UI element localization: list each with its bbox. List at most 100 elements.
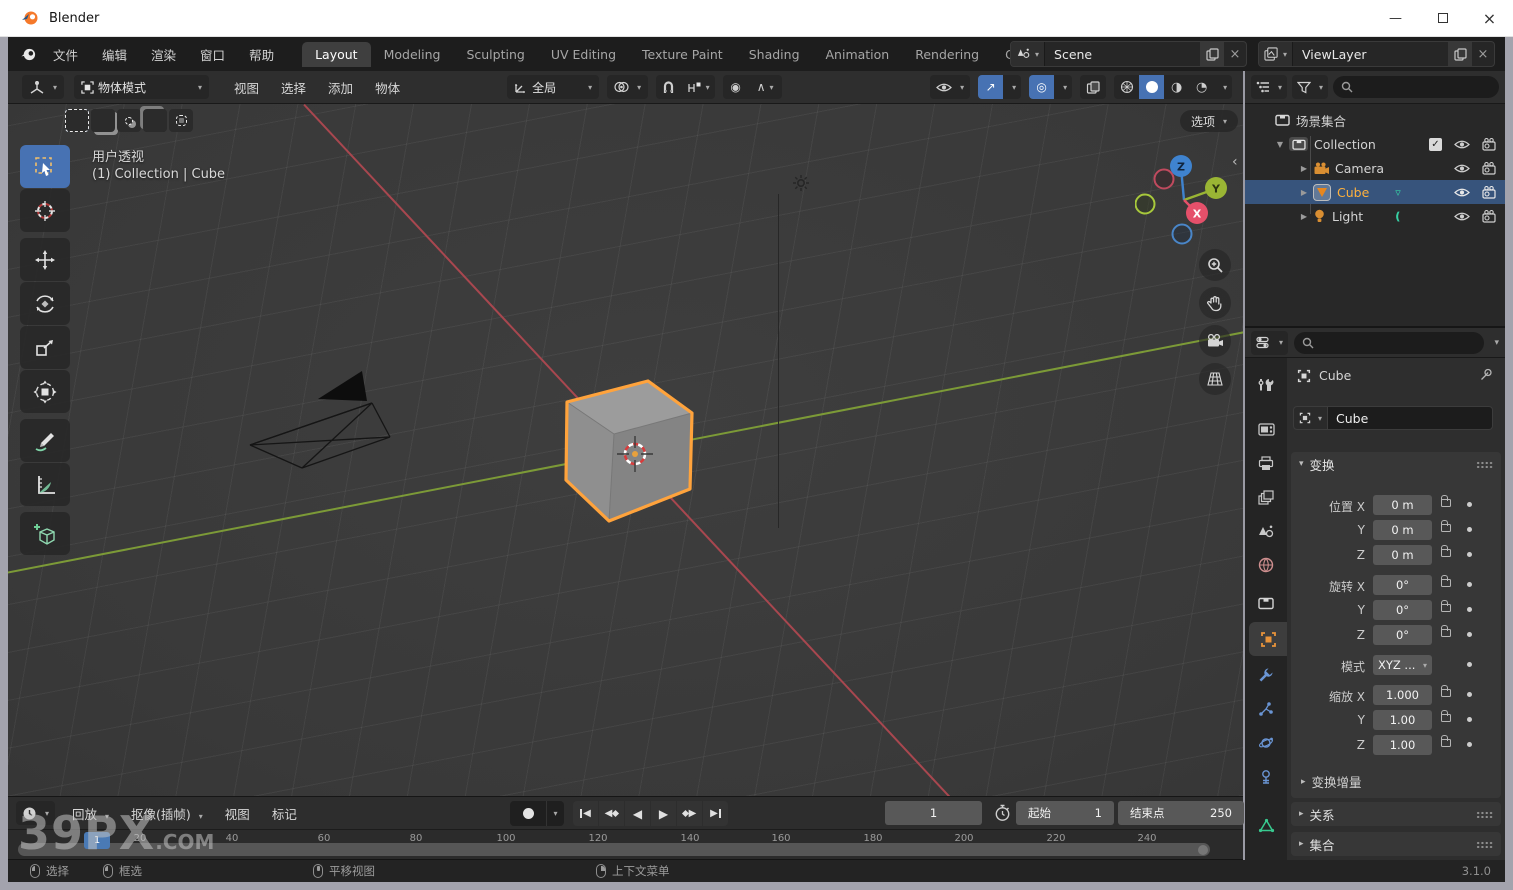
tab-rendering[interactable]: Rendering <box>902 42 992 67</box>
playhead[interactable]: 1 <box>84 832 110 849</box>
viewport-3d[interactable]: 选项 ▾ 用户透视 (1) Collection | Cube Z Y X ‹ <box>8 104 1243 797</box>
prev-keyframe-button[interactable]: ◀ <box>599 801 624 826</box>
viewlayer-new-button[interactable] <box>1448 42 1472 66</box>
rotation-z-lock-icon[interactable] <box>1441 625 1451 637</box>
outliner-camera-row[interactable]: ▶ Camera <box>1245 156 1505 180</box>
tab-compositing-truncated[interactable]: C <box>992 42 1010 67</box>
outliner-light-row[interactable]: ▶ Light ❪ <box>1245 204 1505 228</box>
menu-select[interactable]: 选择 <box>270 78 317 97</box>
overlays-dropdown[interactable]: ▾ <box>1054 75 1073 99</box>
delta-transform-subpanel[interactable]: ▸ 变换增量 <box>1301 772 1362 791</box>
frame-start-field[interactable]: 起始 1 <box>1016 801 1114 825</box>
outliner-search-input[interactable] <box>1333 76 1499 98</box>
select-extend-button[interactable] <box>91 109 115 132</box>
object-id-icon-button[interactable]: ▾ <box>1293 406 1329 430</box>
rotation-z-field[interactable]: 0° <box>1373 625 1432 645</box>
cube-hide-eye-icon[interactable] <box>1454 187 1470 198</box>
camera-expand-icon[interactable]: ▶ <box>1299 164 1309 173</box>
current-frame-field[interactable]: 1 <box>885 801 982 825</box>
scale-z-lock-icon[interactable] <box>1441 735 1451 747</box>
rotation-y-lock-icon[interactable] <box>1441 600 1451 612</box>
rotation-y-keyframe-dot[interactable] <box>1467 607 1472 612</box>
snap-target-button[interactable]: ▾ <box>681 75 716 99</box>
location-z-field[interactable]: 0 m <box>1373 545 1432 565</box>
tab-animation[interactable]: Animation <box>813 42 903 67</box>
rotation-x-field[interactable]: 0° <box>1373 575 1432 595</box>
tool-measure[interactable] <box>20 463 70 506</box>
tab-layout[interactable]: Layout <box>302 41 371 67</box>
transform-orientation[interactable]: 全局 ▾ <box>507 75 600 99</box>
next-keyframe-button[interactable]: ▶ <box>677 801 702 826</box>
tab-render-icon[interactable] <box>1245 414 1287 444</box>
play-reverse-button[interactable]: ◀ <box>625 801 650 826</box>
light-render-camera-icon[interactable] <box>1482 209 1497 223</box>
tool-annotate[interactable] <box>20 419 70 462</box>
proportional-falloff-button[interactable]: ∧ ▾ <box>748 75 783 99</box>
collection-hide-eye-icon[interactable] <box>1454 139 1470 150</box>
outliner-display-mode-button[interactable]: ▾ <box>1251 75 1288 99</box>
breadcrumb-object-name[interactable]: Cube <box>1319 368 1351 383</box>
options-dropdown[interactable]: 选项 ▾ <box>1180 110 1238 132</box>
scene-unlink-button[interactable]: × <box>1224 42 1246 66</box>
light-expand-icon[interactable]: ▶ <box>1299 212 1309 221</box>
tool-scale[interactable] <box>20 326 70 369</box>
timeline-menu-keying[interactable]: 抠像(插帧) ▾ <box>120 804 214 823</box>
transform-panel-header[interactable]: ▾ 变换 <box>1291 452 1501 476</box>
tab-viewlayer-icon[interactable] <box>1245 482 1287 512</box>
gizmos-dropdown[interactable]: ▾ <box>1003 75 1022 99</box>
close-button[interactable]: × <box>1466 0 1513 36</box>
cube-render-camera-icon[interactable] <box>1482 185 1497 199</box>
tab-collection-icon[interactable] <box>1245 588 1287 618</box>
frame-end-field[interactable]: 结束点 250 <box>1118 801 1244 825</box>
maximize-button[interactable] <box>1419 0 1466 36</box>
menu-view[interactable]: 视图 <box>223 78 270 97</box>
location-z-lock-icon[interactable] <box>1441 545 1451 557</box>
gizmo-neg-y[interactable] <box>1135 193 1156 215</box>
tab-data-icon[interactable] <box>1245 810 1287 840</box>
tab-scene-icon[interactable] <box>1245 516 1287 546</box>
light-hide-eye-icon[interactable] <box>1454 211 1470 222</box>
viewlayer-name[interactable]: ViewLayer <box>1293 42 1448 66</box>
tab-shading[interactable]: Shading <box>736 42 813 67</box>
panel-grip[interactable] <box>1476 840 1493 848</box>
menu-object[interactable]: 物体 <box>364 78 411 97</box>
timeline-menu-markers[interactable]: 标记 <box>261 804 308 823</box>
object-name-field[interactable]: Cube <box>1328 406 1493 430</box>
tab-texture-paint[interactable]: Texture Paint <box>629 42 736 67</box>
panel-grip[interactable] <box>1476 810 1493 818</box>
menu-window[interactable]: 窗口 <box>188 45 237 64</box>
blender-menu-icon[interactable] <box>20 46 37 63</box>
menu-add[interactable]: 添加 <box>317 78 364 97</box>
tab-physics-icon[interactable] <box>1245 728 1287 758</box>
rotation-y-field[interactable]: 0° <box>1373 600 1432 620</box>
relations-panel[interactable]: ▸ 关系 <box>1291 802 1501 826</box>
location-y-keyframe-dot[interactable] <box>1467 527 1472 532</box>
jump-to-start-button[interactable]: ◀ <box>573 801 598 826</box>
rotation-x-lock-icon[interactable] <box>1441 575 1451 587</box>
outliner-cube-row[interactable]: ▶ Cube ▿ <box>1245 180 1505 204</box>
timeline-scrollbar[interactable] <box>18 843 1210 856</box>
menu-file[interactable]: 文件 <box>41 45 90 64</box>
collection-expand-icon[interactable]: ▼ <box>1275 140 1285 149</box>
rotation-mode-dropdown[interactable]: XYZ ... ▾ <box>1373 655 1432 675</box>
outliner-scene-collection-row[interactable]: 场景集合 <box>1245 108 1505 132</box>
zoom-button[interactable] <box>1199 249 1231 281</box>
location-x-keyframe-dot[interactable] <box>1467 502 1472 507</box>
editor-type-button[interactable]: ▾ <box>22 75 65 99</box>
properties-editor-type-button[interactable]: ▾ <box>1251 330 1289 355</box>
pin-icon[interactable] <box>1480 368 1493 381</box>
collection-checkbox[interactable]: ✓ <box>1429 137 1442 151</box>
tab-tool-icon[interactable] <box>1245 370 1287 400</box>
location-y-field[interactable]: 0 m <box>1373 520 1432 540</box>
viewlayer-remove-button[interactable]: × <box>1472 42 1494 66</box>
gizmos-toggle[interactable]: ↗ <box>978 75 1004 99</box>
scale-y-lock-icon[interactable] <box>1441 710 1451 722</box>
play-button[interactable]: ▶ <box>651 801 676 826</box>
shading-material-button[interactable]: ◑ <box>1164 75 1190 99</box>
auto-key-dropdown[interactable]: ▾ <box>546 801 564 826</box>
gizmo-neg-x[interactable] <box>1153 168 1175 190</box>
tab-sculpting[interactable]: Sculpting <box>453 42 537 67</box>
location-z-keyframe-dot[interactable] <box>1467 552 1472 557</box>
camera-object[interactable] <box>225 360 410 485</box>
scale-z-field[interactable]: 1.00 <box>1373 735 1432 755</box>
